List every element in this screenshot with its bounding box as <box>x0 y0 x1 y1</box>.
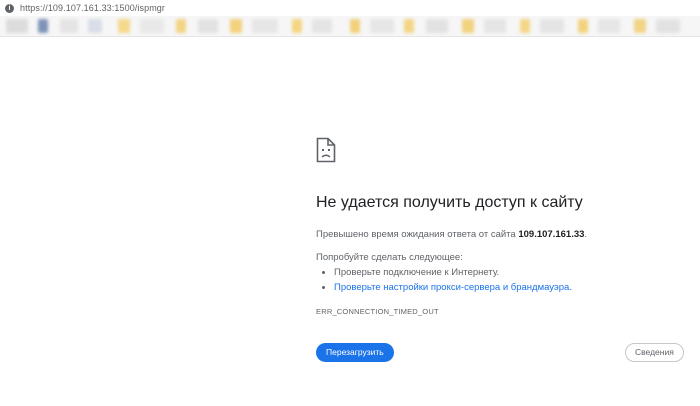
bookmark-item[interactable] <box>426 19 448 33</box>
bookmark-item[interactable] <box>88 19 102 33</box>
suggestion-item: Проверьте настройки прокси-сервера и бра… <box>334 282 686 294</box>
bookmark-item[interactable] <box>484 19 506 33</box>
bookmark-item[interactable] <box>598 19 620 33</box>
error-host: 109.107.161.33 <box>518 229 585 240</box>
error-heading: Не удается получить доступ к сайту <box>316 194 583 211</box>
bookmark-item[interactable] <box>540 19 564 33</box>
proxy-settings-link[interactable]: Проверьте настройки прокси-сервера и бра… <box>334 282 572 293</box>
bookmark-item[interactable] <box>350 19 360 33</box>
bookmark-item[interactable] <box>176 19 186 33</box>
bookmark-item[interactable] <box>462 19 474 33</box>
url-text[interactable]: https://109.107.161.33:1500/ispmgr <box>20 3 165 13</box>
error-code: ERR_CONNECTION_TIMED_OUT <box>316 307 439 316</box>
details-button[interactable]: Сведения <box>625 343 684 362</box>
reload-button[interactable]: Перезагрузить <box>316 343 394 362</box>
error-description: Превышено время ожидания ответа от сайта… <box>316 229 686 240</box>
suggestion-item: Проверьте подключение к Интернету. <box>334 267 686 279</box>
bookmark-item[interactable] <box>198 19 218 33</box>
bookmark-item[interactable] <box>578 19 588 33</box>
description-prefix: Превышено время ожидания ответа от сайта <box>316 229 519 240</box>
bookmark-item[interactable] <box>312 19 332 33</box>
bookmark-item[interactable] <box>118 19 130 33</box>
bookmark-item[interactable] <box>292 19 302 33</box>
bookmark-item[interactable] <box>634 19 646 33</box>
bookmark-item[interactable] <box>140 19 164 33</box>
bookmark-item[interactable] <box>404 19 414 33</box>
error-page: i https://109.107.161.33:1500/ispmgr Не … <box>0 0 700 406</box>
bookmark-item[interactable] <box>656 19 680 33</box>
bookmark-item[interactable] <box>520 19 530 33</box>
suggestions-label: Попробуйте сделать следующее: <box>316 252 463 263</box>
address-bar[interactable]: i https://109.107.161.33:1500/ispmgr <box>0 0 700 16</box>
bookmark-item[interactable] <box>60 19 78 33</box>
bookmark-item[interactable] <box>230 19 242 33</box>
bookmark-item[interactable] <box>370 19 394 33</box>
error-content: Не удается получить доступ к сайту Превы… <box>316 137 686 316</box>
bookmarks-bar <box>0 16 700 37</box>
bookmark-item[interactable] <box>38 19 48 33</box>
bookmark-item[interactable] <box>252 19 278 33</box>
sad-document-icon <box>316 137 336 163</box>
info-icon[interactable]: i <box>5 3 14 13</box>
suggestions-block: Попробуйте сделать следующее: Проверьте … <box>316 252 686 294</box>
bookmark-item[interactable] <box>6 19 28 33</box>
description-suffix: . <box>584 229 588 240</box>
suggestions-list: Проверьте подключение к Интернету. Прове… <box>316 267 686 294</box>
